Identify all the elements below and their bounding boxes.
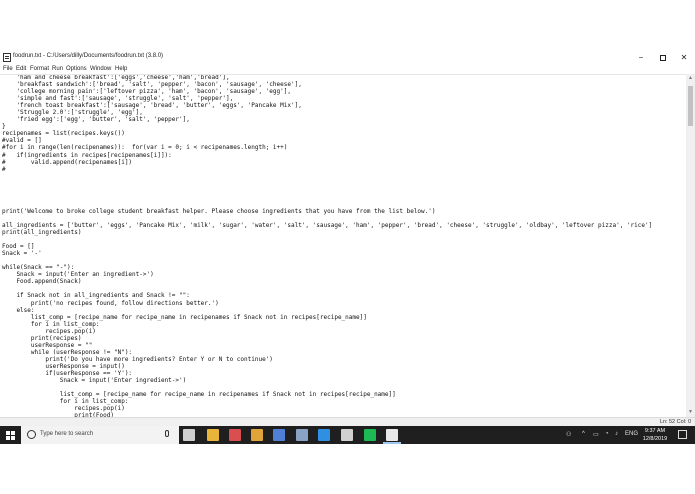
code-text[interactable]: 'ham and cheese breakfast':['eggs','chee… [2,75,652,417]
code-editor[interactable]: 'ham and cheese breakfast':['eggs','chee… [0,74,686,417]
language-indicator[interactable]: ENG [625,431,638,437]
steam-icon[interactable] [296,429,308,441]
windows-logo-pane [11,436,15,440]
menu-run[interactable]: Run [52,66,63,72]
snipping-tool-icon[interactable] [229,429,241,441]
windows-logo-pane [11,431,15,435]
page-margin [0,444,695,494]
search-placeholder: Type here to search [40,431,94,437]
store-icon[interactable] [273,429,285,441]
menu-options[interactable]: Options [66,66,87,72]
notepad-icon [3,53,11,62]
close-button[interactable]: ✕ [673,50,695,65]
spotify-icon[interactable] [364,429,376,441]
windows-logo-icon [6,431,10,435]
taskbar: Type here to search ⚇ ^ ▭ ◔ ♪ ENG 9:37 A… [0,426,695,444]
taskbar-clock[interactable]: 9:37 AM 12/8/2019 [640,427,670,443]
start-button[interactable] [0,426,21,444]
discord-icon[interactable] [341,429,353,441]
microphone-icon[interactable] [165,430,169,437]
menu-edit[interactable]: Edit [16,66,26,72]
scroll-up-icon[interactable]: ▲ [686,74,695,83]
menu-help[interactable]: Help [115,66,127,72]
battery-icon[interactable]: ▭ [593,431,599,438]
menu-file[interactable]: File [3,66,13,72]
menu-bar: File Edit Format Run Options Window Help [0,65,695,74]
taskbar-search-input[interactable]: Type here to search [21,426,179,444]
scroll-thumb[interactable] [688,86,693,126]
windows-logo-pane [6,436,10,440]
idle-editor-window: foodrun.txt - C:/Users/dilly/Documents/f… [0,50,695,426]
vscode-icon[interactable] [318,429,330,441]
network-icon[interactable]: ◔ [605,431,609,437]
menu-format[interactable]: Format [30,66,49,72]
chrome-icon[interactable] [251,429,263,441]
window-title: foodrun.txt - C:/Users/dilly/Documents/f… [13,53,164,59]
cursor-position: Ln: 52 Col: 0 [659,419,691,425]
maximize-icon [660,54,666,61]
scroll-down-icon[interactable]: ▼ [686,408,695,417]
minimize-button[interactable]: − [630,50,652,65]
people-icon[interactable]: ⚇ [566,431,571,438]
file-explorer-icon[interactable] [207,429,219,441]
task-view-icon[interactable] [183,429,195,441]
vertical-scrollbar[interactable]: ▲ ▼ [686,74,695,417]
idle-icon[interactable] [383,429,401,444]
cortana-icon [27,430,36,439]
show-hidden-icons-icon[interactable]: ^ [582,431,585,437]
notification-center-icon[interactable] [678,430,687,439]
status-bar: Ln: 52 Col: 0 [0,417,695,426]
menu-window[interactable]: Window [90,66,111,72]
volume-icon[interactable]: ♪ [615,431,618,437]
maximize-button[interactable] [652,50,674,65]
title-bar: foodrun.txt - C:/Users/dilly/Documents/f… [0,50,695,65]
clock-time: 9:37 AM [644,428,666,434]
clock-date: 12/8/2019 [642,436,668,442]
